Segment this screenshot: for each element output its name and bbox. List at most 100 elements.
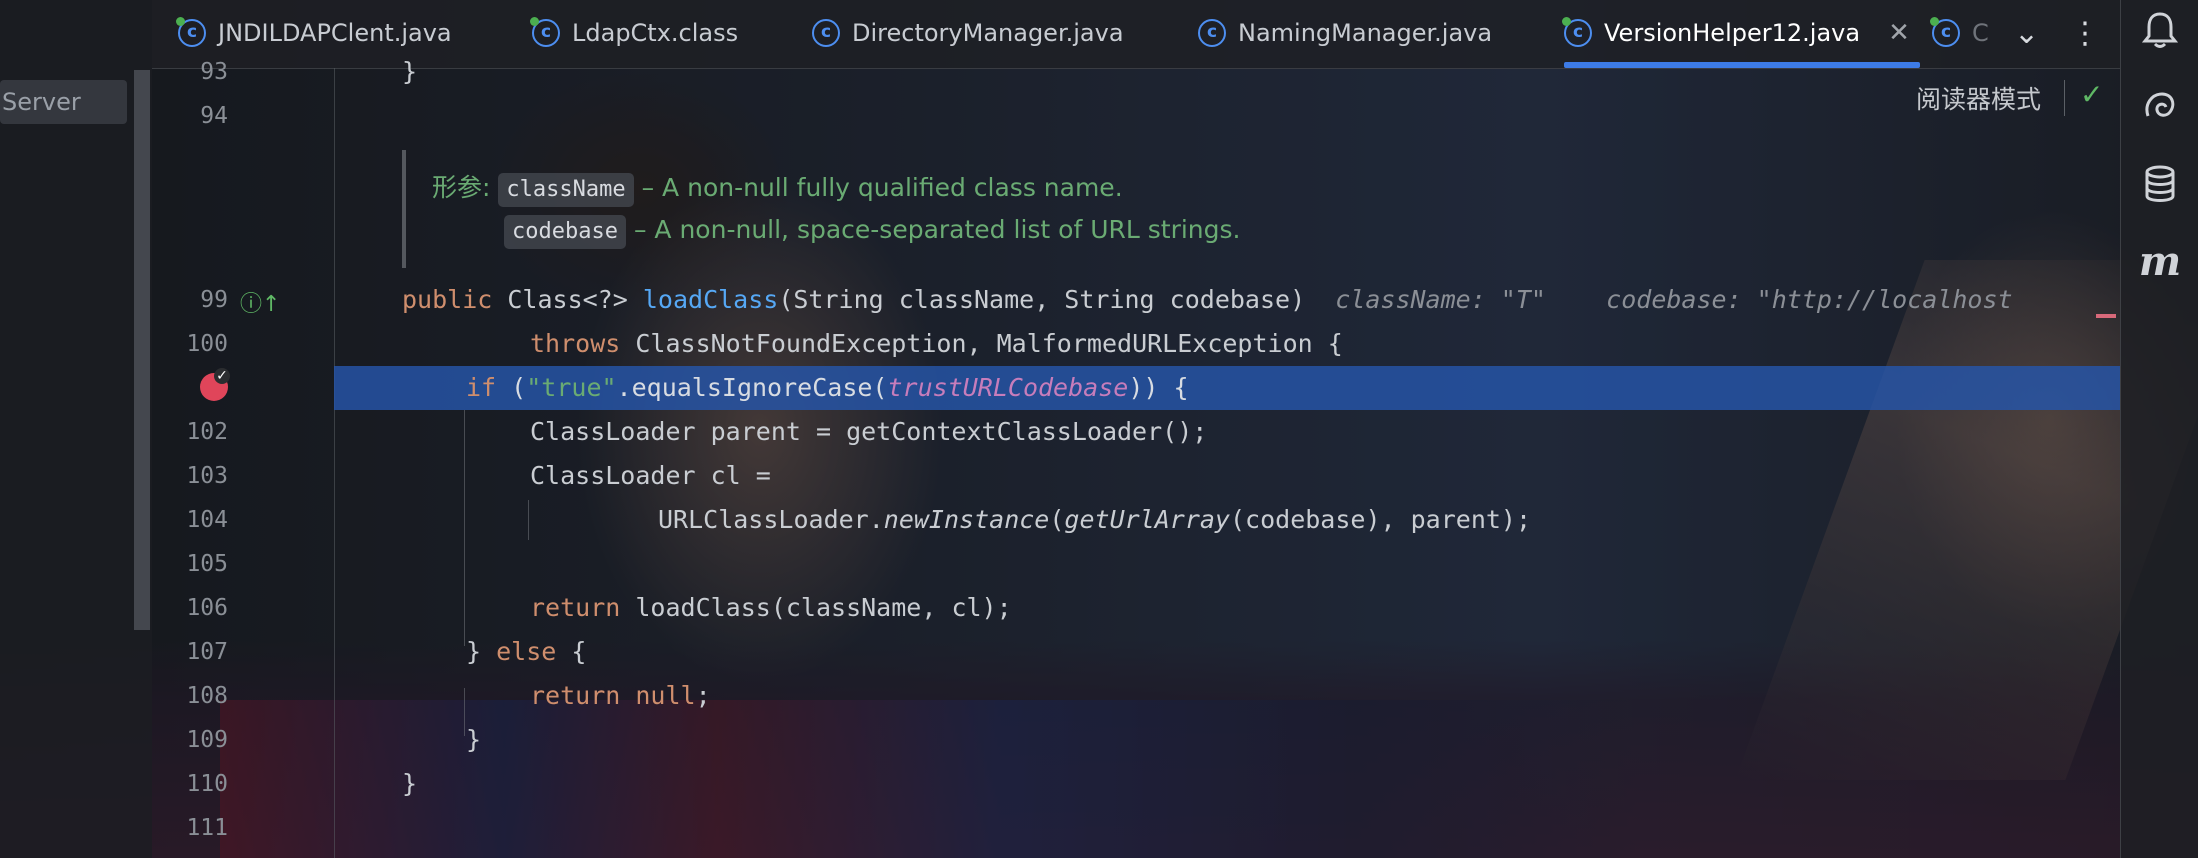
tab-ldapctx[interactable]: c LdapCtx.class bbox=[530, 0, 739, 66]
editor-tab-bar: c JNDILDAPClent.java c LdapCtx.class c D… bbox=[152, 0, 2120, 69]
more-vertical-icon: ⋮ bbox=[2070, 15, 2100, 51]
error-stripe-mark[interactable] bbox=[2096, 314, 2116, 318]
code-line-108[interactable]: return null; bbox=[530, 674, 711, 718]
code-text: ( bbox=[511, 373, 527, 402]
javadoc-bar bbox=[402, 150, 406, 268]
line-number: 100 bbox=[186, 331, 228, 357]
tab-label: NamingManager.java bbox=[1238, 19, 1493, 47]
code-line-106[interactable]: return loadClass(className, cl); bbox=[530, 586, 1012, 630]
code-line-103[interactable]: ClassLoader cl = bbox=[530, 454, 771, 498]
code-text: .equalsIgnoreCase( bbox=[616, 373, 888, 402]
code-type: Class<?> bbox=[507, 285, 628, 314]
reader-mode-toggle[interactable]: 阅读器模式 bbox=[1916, 80, 2041, 116]
class-icon: c bbox=[530, 17, 560, 47]
class-icon: c bbox=[1562, 17, 1592, 47]
active-tab-indicator bbox=[1564, 62, 1920, 68]
chevron-down-icon: ⌄ bbox=[2014, 15, 2040, 51]
code-static-method: newInstance bbox=[883, 505, 1050, 534]
divider bbox=[2064, 80, 2065, 116]
param-desc: – A non-null, space-separated list of UR… bbox=[633, 215, 1241, 244]
tab-directorymanager[interactable]: c DirectoryManager.java bbox=[812, 0, 1124, 66]
code-line-104[interactable]: URLClassLoader.newInstance(getUrlArray(c… bbox=[658, 498, 1531, 542]
ai-assistant-icon[interactable] bbox=[2121, 86, 2198, 135]
database-icon[interactable] bbox=[2121, 164, 2198, 213]
line-number: 108 bbox=[186, 683, 228, 709]
code-static-method: getUrlArray bbox=[1064, 505, 1230, 534]
code-keyword: throws bbox=[530, 329, 621, 358]
inspection-ok-icon[interactable]: ✓ bbox=[2080, 78, 2103, 111]
code-line-100[interactable]: throws ClassNotFoundException, Malformed… bbox=[530, 322, 1343, 366]
tab-label: JNDILDAPClent.java bbox=[218, 19, 452, 47]
code-text: { bbox=[556, 637, 587, 666]
inlay-hint: className: "T" bbox=[1335, 285, 1546, 314]
line-number: 94 bbox=[200, 103, 228, 129]
code-line-109[interactable]: } bbox=[466, 718, 481, 762]
indent-guide bbox=[464, 410, 465, 646]
close-icon[interactable]: ✕ bbox=[1888, 18, 1910, 48]
param-name: codebase bbox=[504, 215, 626, 249]
gutter-divider bbox=[334, 68, 335, 858]
javadoc-tag: 形参: bbox=[432, 173, 491, 202]
line-number: 109 bbox=[186, 727, 228, 753]
code-field: trustURLCodebase bbox=[887, 373, 1129, 402]
tab-list-dropdown[interactable]: ⌄ bbox=[2014, 10, 2039, 56]
indent-guide bbox=[464, 688, 465, 736]
notifications-bell-icon[interactable] bbox=[2121, 10, 2198, 59]
code-keyword: return bbox=[530, 593, 621, 622]
maven-icon[interactable]: m bbox=[2121, 238, 2198, 285]
line-number: 105 bbox=[186, 551, 228, 577]
code-method-name: loadClass bbox=[642, 285, 779, 314]
tab-label: VersionHelper12.java bbox=[1604, 19, 1861, 47]
code-keyword: null bbox=[635, 681, 696, 710]
line-number: 93 bbox=[200, 59, 228, 85]
tab-label: C bbox=[1972, 19, 1989, 47]
project-scrollbar[interactable] bbox=[134, 70, 150, 630]
code-line-102[interactable]: ClassLoader parent = getContextClassLoad… bbox=[530, 410, 1207, 454]
line-number: 110 bbox=[186, 771, 228, 797]
code-line-107[interactable]: } else { bbox=[466, 630, 586, 674]
line-number: 103 bbox=[186, 463, 228, 489]
code-text: loadClass(className, cl); bbox=[620, 593, 1012, 622]
inlay-hint: codebase: "http://localhost bbox=[1606, 285, 2013, 314]
class-icon: c bbox=[176, 17, 206, 47]
code-keyword: else bbox=[496, 637, 557, 666]
code-line-101[interactable]: if ("true".equalsIgnoreCase(trustURLCode… bbox=[466, 366, 1189, 410]
code-text: (codebase), parent); bbox=[1230, 505, 1532, 534]
code-keyword: return bbox=[530, 681, 621, 710]
tab-label: DirectoryManager.java bbox=[852, 19, 1124, 47]
tab-versionhelper12[interactable]: c VersionHelper12.java ✕ bbox=[1562, 0, 1920, 68]
class-icon: c bbox=[1198, 19, 1226, 47]
code-text: ClassNotFoundException, MalformedURLExce… bbox=[635, 329, 1343, 358]
code-params: (String className, String codebase) bbox=[778, 285, 1306, 314]
breakpoint-check-icon: ✓ bbox=[214, 368, 230, 384]
tab-overflow[interactable]: c C bbox=[1930, 0, 1989, 66]
tab-more-button[interactable]: ⋮ bbox=[2070, 10, 2100, 56]
code-line-99[interactable]: public Class<?> loadClass(String classNa… bbox=[402, 278, 2013, 322]
project-item-server[interactable]: Server bbox=[0, 80, 127, 124]
class-icon: c bbox=[1930, 17, 1960, 47]
param-desc: – A non-null fully qualified class name. bbox=[641, 173, 1123, 202]
project-panel: Server bbox=[0, 0, 152, 858]
class-icon: c bbox=[812, 19, 840, 47]
line-number: 111 bbox=[186, 815, 228, 841]
indent-guide bbox=[528, 500, 529, 540]
implements-method-icon[interactable]: ⓘ↑ bbox=[240, 286, 280, 318]
code-string: "true" bbox=[526, 373, 617, 402]
code-text: URLClassLoader. bbox=[658, 505, 884, 534]
code-keyword: if bbox=[466, 373, 497, 402]
code-text: ; bbox=[695, 681, 711, 710]
javadoc-param-row: 形参: className – A non-null fully qualifie… bbox=[432, 168, 1123, 208]
code-line-93[interactable]: } bbox=[402, 50, 417, 94]
code-keyword: public bbox=[402, 285, 493, 314]
tab-label: LdapCtx.class bbox=[572, 19, 739, 47]
code-line-110[interactable]: } bbox=[402, 762, 417, 806]
line-number: 104 bbox=[186, 507, 228, 533]
javadoc-param-row: codebase – A non-null, space-separated li… bbox=[504, 210, 1241, 250]
code-text: } bbox=[466, 637, 497, 666]
line-number: 99 bbox=[200, 287, 228, 313]
line-number: 106 bbox=[186, 595, 228, 621]
line-number: 107 bbox=[186, 639, 228, 665]
param-name: className bbox=[498, 173, 634, 207]
code-text: ( bbox=[1049, 505, 1065, 534]
tab-namingmanager[interactable]: c NamingManager.java bbox=[1198, 0, 1492, 66]
